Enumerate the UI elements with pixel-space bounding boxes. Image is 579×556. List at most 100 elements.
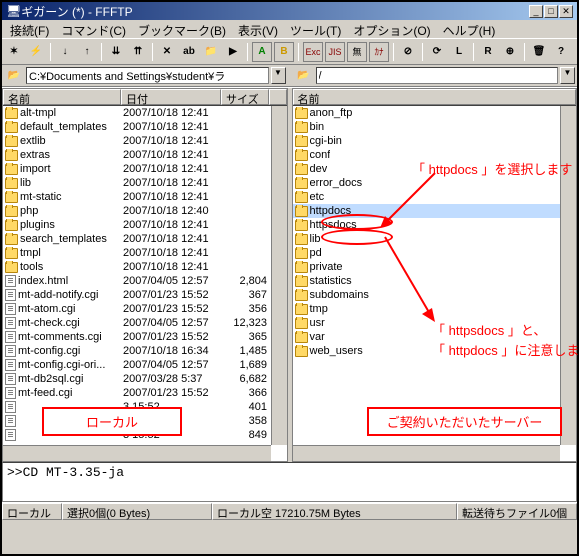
list-item[interactable]: lib2007/10/18 12:41 bbox=[3, 176, 287, 190]
list-item[interactable]: mt-config.cgi2007/10/18 16:341,485 bbox=[3, 344, 287, 358]
disconnect-icon[interactable]: ✶ bbox=[4, 42, 24, 62]
list-item[interactable]: extras2007/10/18 12:41 bbox=[3, 148, 287, 162]
list-item[interactable]: lib bbox=[293, 232, 577, 246]
upload-icon[interactable]: ↑ bbox=[77, 42, 97, 62]
list-item[interactable]: etc bbox=[293, 190, 577, 204]
local-updir-button[interactable]: 📂 bbox=[4, 66, 24, 86]
list-item[interactable]: mt-config.cgi-ori...2007/04/05 12:571,68… bbox=[3, 358, 287, 372]
list-item[interactable]: httpsdocs bbox=[293, 218, 577, 232]
file-size: 12,323 bbox=[223, 317, 271, 329]
file-name: httpsdocs bbox=[310, 219, 357, 231]
binary-icon[interactable]: JIS bbox=[325, 42, 345, 62]
remote-path-input[interactable] bbox=[316, 67, 559, 84]
log-pane[interactable]: >>CD MT-3.35-ja bbox=[2, 462, 577, 502]
list-item[interactable]: private bbox=[293, 260, 577, 274]
list-item[interactable]: mt-atom.cgi2007/01/23 15:52356 bbox=[3, 302, 287, 316]
maximize-button[interactable]: □ bbox=[544, 5, 558, 18]
col-name[interactable]: 名前 bbox=[293, 89, 577, 105]
minimize-button[interactable]: _ bbox=[529, 5, 543, 18]
list-item[interactable]: import2007/10/18 12:41 bbox=[3, 162, 287, 176]
list-item[interactable]: mt-feed.cgi2007/01/23 15:52366 bbox=[3, 386, 287, 400]
kana-icon[interactable]: ⟳ bbox=[427, 42, 447, 62]
list-item[interactable]: tmpl2007/10/18 12:41 bbox=[3, 246, 287, 260]
ascii-icon[interactable]: Exc bbox=[303, 42, 323, 62]
menu-connect[interactable]: 接続(F) bbox=[4, 21, 55, 37]
list-item[interactable]: subdomains bbox=[293, 288, 577, 302]
none-icon[interactable]: ⊘ bbox=[398, 42, 418, 62]
list-item[interactable]: extlib2007/10/18 12:41 bbox=[3, 134, 287, 148]
close-button[interactable]: ✕ bbox=[559, 5, 573, 18]
file-date: 2007/10/18 12:41 bbox=[123, 219, 223, 231]
refresh-icon[interactable]: R bbox=[478, 42, 498, 62]
col-name[interactable]: 名前 bbox=[3, 89, 121, 105]
exec-icon[interactable]: ▶ bbox=[223, 42, 243, 62]
list-item[interactable]: anon_ftp bbox=[293, 106, 577, 120]
connect-icon[interactable]: ⚡ bbox=[26, 42, 46, 62]
file-name: web_users bbox=[310, 345, 363, 357]
list-item[interactable]: mt-check.cgi2007/04/05 12:5712,323 bbox=[3, 316, 287, 330]
mirror-up-icon[interactable]: ⇈ bbox=[128, 42, 148, 62]
folder-icon bbox=[5, 234, 18, 245]
list-a-icon[interactable]: A bbox=[252, 42, 272, 62]
list-item[interactable]: bin bbox=[293, 120, 577, 134]
file-name: mt-feed.cgi bbox=[18, 387, 72, 399]
menu-option[interactable]: オプション(O) bbox=[347, 21, 436, 37]
list-item[interactable]: mt-add-notify.cgi2007/01/23 15:52367 bbox=[3, 288, 287, 302]
local-path-dropdown[interactable]: ▼ bbox=[271, 67, 286, 84]
list-icon[interactable]: ⊕ bbox=[500, 42, 520, 62]
folder-icon bbox=[5, 108, 18, 119]
annotation-server-box: ご契約いただいたサーバー bbox=[367, 407, 562, 436]
report-icon[interactable]: 🗑 bbox=[529, 42, 549, 62]
delete-icon[interactable]: ✕ bbox=[157, 42, 177, 62]
col-attr[interactable] bbox=[269, 89, 287, 105]
annotation-https-text1: 「 httpsdocs 」と、 bbox=[432, 320, 546, 339]
menu-tool[interactable]: ツール(T) bbox=[284, 21, 347, 37]
file-date: 2007/10/18 12:41 bbox=[123, 191, 223, 203]
list-item[interactable]: search_templates2007/10/18 12:41 bbox=[3, 232, 287, 246]
menu-command[interactable]: コマンド(C) bbox=[55, 21, 132, 37]
download-icon[interactable]: ↓ bbox=[55, 42, 75, 62]
list-item[interactable]: default_templates2007/10/18 12:41 bbox=[3, 120, 287, 134]
file-size: 367 bbox=[223, 289, 271, 301]
local-path-input[interactable] bbox=[26, 67, 269, 84]
list-item[interactable]: mt-static2007/10/18 12:41 bbox=[3, 190, 287, 204]
folder-icon bbox=[5, 136, 18, 147]
file-icon bbox=[5, 303, 16, 315]
list-item[interactable]: plugins2007/10/18 12:41 bbox=[3, 218, 287, 232]
list-b-icon[interactable]: B bbox=[274, 42, 294, 62]
list-item[interactable]: mt-comments.cgi2007/01/23 15:52365 bbox=[3, 330, 287, 344]
list-item[interactable]: pd bbox=[293, 246, 577, 260]
menu-view[interactable]: 表示(V) bbox=[232, 21, 284, 37]
menu-help[interactable]: ヘルプ(H) bbox=[437, 21, 502, 37]
abort-icon[interactable]: L bbox=[449, 42, 469, 62]
file-name: error_docs bbox=[310, 177, 363, 189]
rename-icon[interactable]: ab bbox=[179, 42, 199, 62]
file-date: 2007/01/23 15:52 bbox=[123, 289, 223, 301]
remote-scrollbar-h[interactable] bbox=[293, 445, 561, 461]
list-item[interactable]: statistics bbox=[293, 274, 577, 288]
list-item[interactable]: error_docs bbox=[293, 176, 577, 190]
jis-icon[interactable]: ｶﾅ bbox=[369, 42, 389, 62]
list-item[interactable]: mt-db2sql.cgi2007/03/28 5:376,682 bbox=[3, 372, 287, 386]
euc-icon[interactable]: 無 bbox=[347, 42, 367, 62]
list-item[interactable]: index.html2007/04/05 12:572,804 bbox=[3, 274, 287, 288]
col-date[interactable]: 日付 bbox=[121, 89, 221, 105]
folder-icon bbox=[295, 262, 308, 273]
local-scrollbar-v[interactable] bbox=[271, 106, 287, 445]
list-item[interactable]: alt-tmpl2007/10/18 12:41 bbox=[3, 106, 287, 120]
list-item[interactable]: tools2007/10/18 12:41 bbox=[3, 260, 287, 274]
list-item[interactable]: cgi-bin bbox=[293, 134, 577, 148]
list-item[interactable]: httpdocs bbox=[293, 204, 577, 218]
col-size[interactable]: サイズ bbox=[221, 89, 269, 105]
remote-scrollbar-v[interactable] bbox=[560, 106, 576, 445]
mirror-down-icon[interactable]: ⇊ bbox=[106, 42, 126, 62]
local-scrollbar-h[interactable] bbox=[3, 445, 271, 461]
file-name: mt-config.cgi-ori... bbox=[18, 359, 105, 371]
mkdir-icon[interactable]: 📁 bbox=[201, 42, 221, 62]
findnext-icon[interactable]: ? bbox=[551, 42, 571, 62]
list-item[interactable]: tmp bbox=[293, 302, 577, 316]
remote-path-dropdown[interactable]: ▼ bbox=[560, 67, 575, 84]
list-item[interactable]: php2007/10/18 12:40 bbox=[3, 204, 287, 218]
remote-updir-button[interactable]: 📂 bbox=[294, 66, 314, 86]
menu-bookmark[interactable]: ブックマーク(B) bbox=[132, 21, 232, 37]
